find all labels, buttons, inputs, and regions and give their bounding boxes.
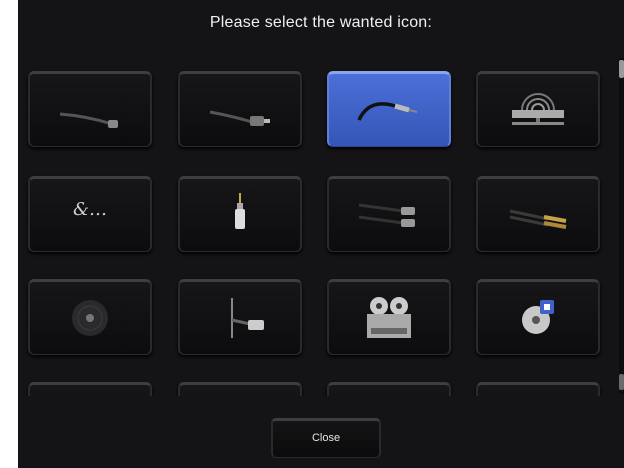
- icon-tile-speaker-wall[interactable]: [476, 71, 600, 147]
- icon-tile-xlr-cable[interactable]: [28, 71, 152, 147]
- ellipsis-icon: &…: [72, 199, 108, 220]
- vinyl-record-icon: [72, 300, 108, 336]
- icon-tile-reel-to-reel-tape[interactable]: [327, 279, 451, 355]
- icon-tile[interactable]: [327, 382, 451, 396]
- icon-tile-cd-stack[interactable]: [476, 279, 600, 355]
- stereo-rca-cable-icon: [509, 209, 567, 229]
- icon-selection-dialog: Please select the wanted icon: &… Close: [18, 0, 624, 468]
- icon-tile[interactable]: [28, 382, 152, 396]
- icon-tile-stereo-rca-cable[interactable]: [476, 176, 600, 252]
- dual-xlr-cable-icon: [358, 203, 415, 227]
- reel-to-reel-tape-icon: [367, 297, 411, 338]
- close-button[interactable]: Close: [271, 418, 381, 458]
- cd-stack-icon: [522, 300, 554, 334]
- rca-plug-icon: [209, 110, 270, 126]
- scrollbar[interactable]: [619, 58, 624, 394]
- coax-cable-icon: [357, 102, 418, 121]
- icon-tile-ethernet-cable[interactable]: [178, 279, 302, 355]
- icon-grid: &…: [18, 0, 624, 396]
- icon-tile-ellipsis[interactable]: &…: [28, 176, 152, 252]
- ethernet-cable-icon: [231, 298, 264, 338]
- icon-tile-vinyl-record[interactable]: [28, 279, 152, 355]
- scrollbar-end[interactable]: [619, 374, 624, 390]
- xlr-cable-icon: [59, 112, 118, 128]
- icon-tile-dual-xlr-cable[interactable]: [327, 176, 451, 252]
- icon-tile-jack-plug[interactable]: [178, 176, 302, 252]
- icon-tile-rca-plug[interactable]: [178, 71, 302, 147]
- scrollbar-thumb[interactable]: [619, 60, 624, 78]
- jack-plug-icon: [235, 193, 245, 229]
- speaker-wall-icon: [512, 93, 564, 125]
- icon-tile[interactable]: [476, 382, 600, 396]
- icon-tile-coax-cable[interactable]: [327, 71, 451, 147]
- icon-tile[interactable]: [178, 382, 302, 396]
